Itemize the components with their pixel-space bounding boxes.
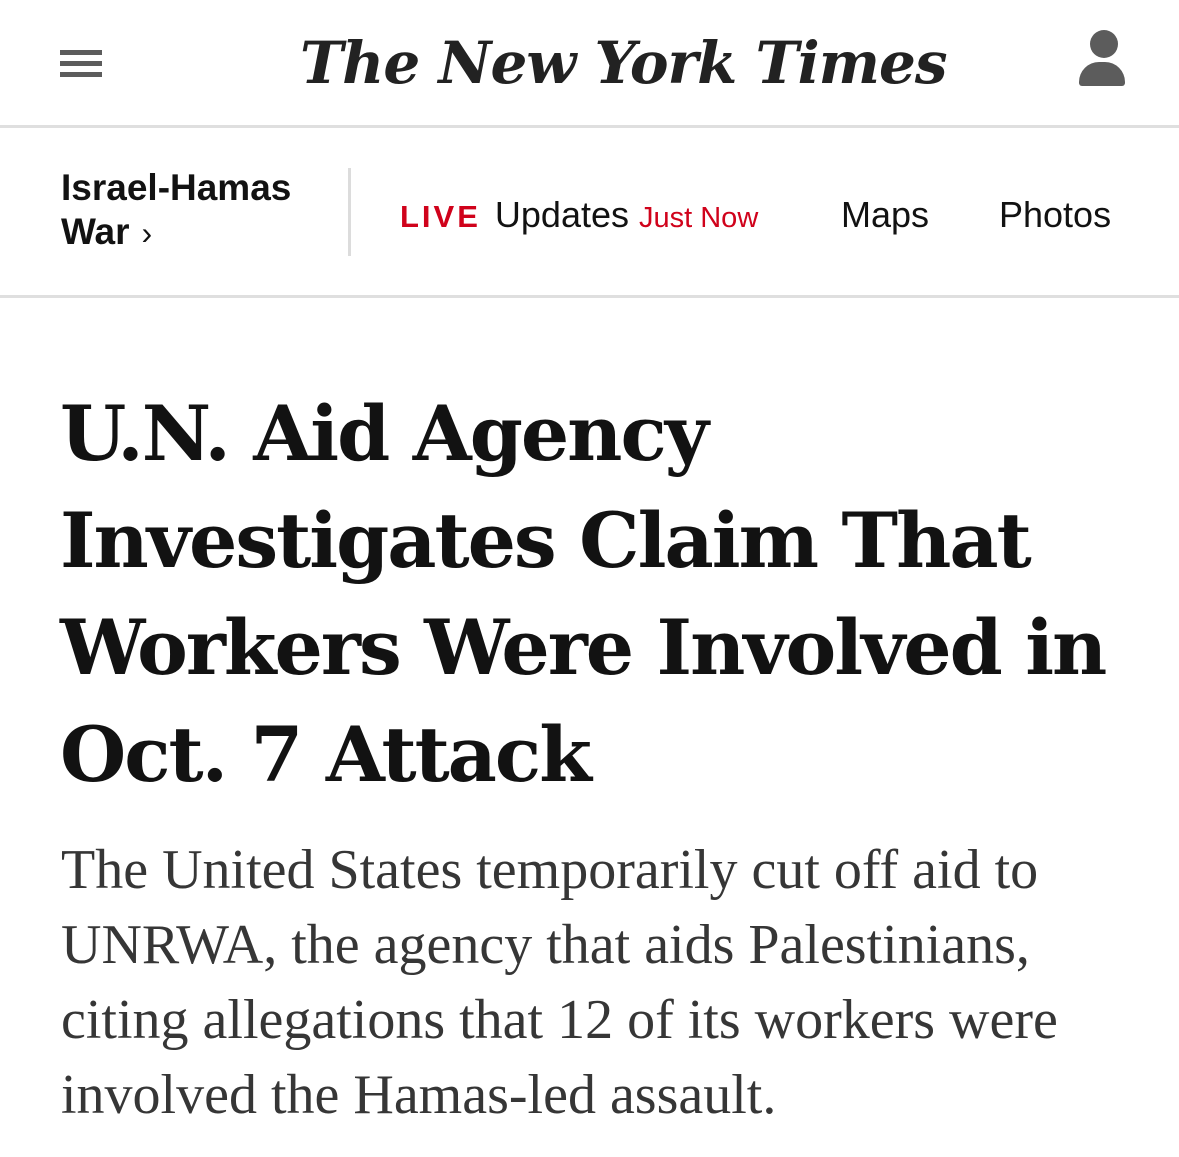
account-icon-body xyxy=(1079,62,1125,86)
article-summary: The United States temporarily cut off ai… xyxy=(61,839,1058,1126)
nyt-logo[interactable]: The New York Times xyxy=(300,18,948,108)
section-nav: Israel-Hamas War › LIVE Updates Just Now Ma… xyxy=(0,128,1179,298)
nav-photos-link[interactable]: Photos xyxy=(999,194,1111,236)
nav-maps-link[interactable]: Maps xyxy=(841,194,929,236)
nav-divider xyxy=(348,168,351,256)
section-title-text: Israel-Hamas War xyxy=(61,167,292,252)
live-updates-link[interactable]: LIVE Updates Just Now xyxy=(400,194,758,236)
masthead: The New York Times xyxy=(0,0,1179,128)
menu-bar xyxy=(60,50,102,55)
menu-bar xyxy=(60,72,102,77)
article-headline: U.N. Aid Agency Investigates Claim That … xyxy=(60,389,1107,799)
menu-bar xyxy=(60,61,102,66)
updates-label: Updates xyxy=(494,194,629,235)
section-title-link[interactable]: Israel-Hamas War › xyxy=(61,166,331,255)
user-account-icon[interactable] xyxy=(1076,26,1130,90)
live-badge: LIVE xyxy=(400,199,481,234)
updates-timestamp: Just Now xyxy=(639,202,759,234)
account-icon-head xyxy=(1090,30,1118,58)
chevron-right-icon: › xyxy=(141,215,153,251)
hamburger-menu-icon[interactable] xyxy=(58,44,106,80)
